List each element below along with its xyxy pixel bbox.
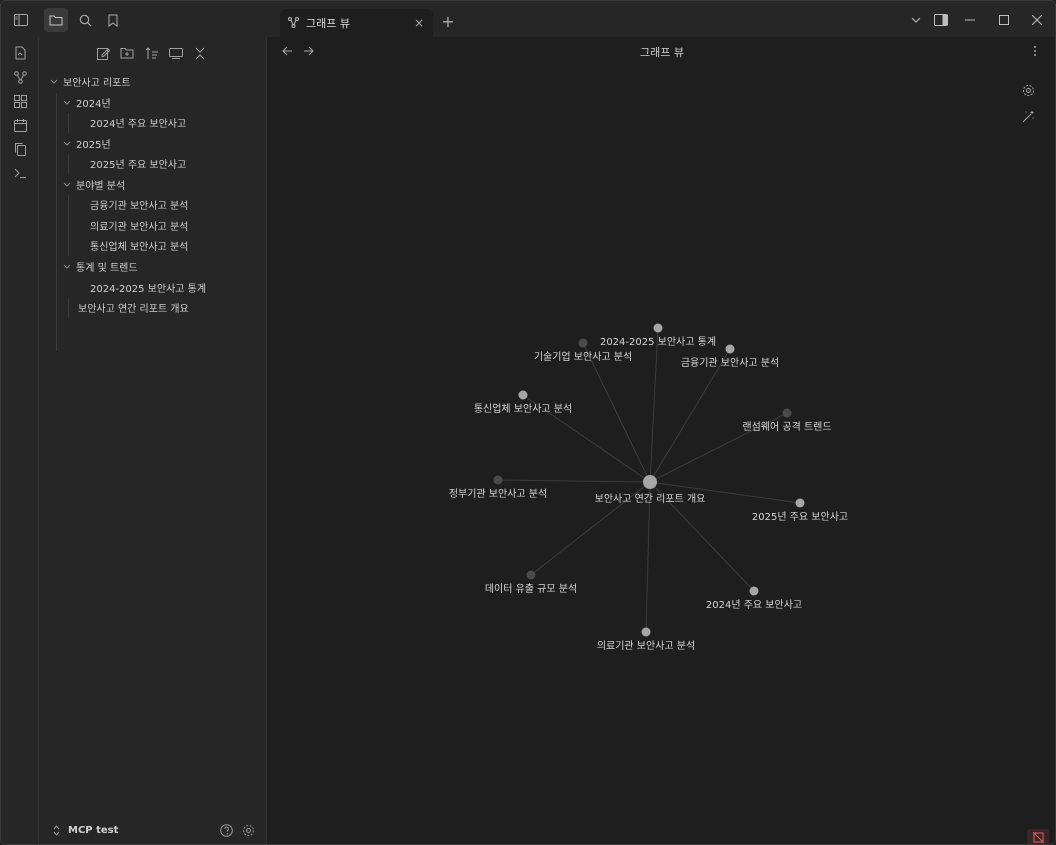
- folder-보안사고-리포트[interactable]: 보안사고 리포트: [49, 71, 131, 91]
- collapse-all-icon[interactable]: [190, 43, 210, 63]
- file-의료기관-분석[interactable]: 의료기관 보안사고 분석: [90, 215, 188, 235]
- graph-node-label: 통신업체 보안사고 분석: [474, 402, 572, 415]
- right-sidebar-toggle-icon[interactable]: [931, 11, 951, 29]
- graph-node-label: 의료기관 보안사고 분석: [597, 640, 695, 652]
- sidebar-footer: MCP test: [39, 816, 267, 844]
- graph-node[interactable]: [526, 570, 536, 580]
- chevron-down-icon: [62, 138, 72, 148]
- minimize-icon[interactable]: [960, 11, 980, 29]
- graph-node[interactable]: [782, 408, 792, 418]
- graph-node-center-label: 보안사고 연간 리포트 개요: [595, 493, 706, 505]
- graph-node[interactable]: [749, 586, 759, 596]
- graph-edge: [649, 327, 659, 483]
- bookmark-icon[interactable]: [101, 8, 125, 32]
- tab-label: 그래프 뷰: [306, 17, 350, 30]
- tree-item-label: 2024-2025 보안사고 통계: [90, 283, 207, 295]
- graph-view-pane: 그래프 뷰 2024-2025 보안사고 통계 기술기업 보안사고 분석 금융기관 …: [267, 37, 1056, 845]
- tree-item-label: 통계 및 트렌드: [76, 262, 138, 274]
- graph-view-icon[interactable]: [10, 67, 30, 87]
- tree-item-label: 통신업체 보안사고 분석: [90, 241, 189, 253]
- graph-node-label: 금융기관 보안사고 분석: [681, 357, 779, 369]
- canvas-icon[interactable]: [10, 91, 30, 111]
- calendar-icon[interactable]: [10, 115, 30, 135]
- folder-2024[interactable]: 2024년: [62, 92, 111, 112]
- tree-item-label: 보안사고 리포트: [63, 77, 131, 89]
- vault-name[interactable]: MCP test: [68, 825, 118, 836]
- chevron-down-icon: [62, 261, 72, 271]
- tree-item-label: 보안사고 연간 리포트 개요: [78, 303, 189, 315]
- title-bar: 그래프 뷰 × +: [1, 1, 1055, 37]
- vault-switcher-icon[interactable]: [51, 824, 61, 836]
- tree-item-label: 2025년: [76, 139, 111, 151]
- copy-icon[interactable]: [10, 139, 30, 159]
- tab-graph-view[interactable]: 그래프 뷰 ×: [280, 9, 433, 37]
- ribbon: [1, 37, 39, 844]
- graph-node-label: 2025년 주요 보안사고: [752, 511, 848, 523]
- file-explorer-sidebar: 보안사고 리포트 2024년 2024년 주요 보안사고 2025년 2025년…: [39, 37, 267, 844]
- folder-분야별-분석[interactable]: 분야별 분석: [62, 174, 125, 194]
- chevron-down-icon: [62, 179, 72, 189]
- file-통신업체-분석[interactable]: 통신업체 보안사고 분석: [90, 235, 188, 255]
- graph-edge: [497, 479, 651, 483]
- file-explorer-icon[interactable]: [44, 8, 68, 32]
- tab-list-chevron-icon[interactable]: [906, 11, 926, 29]
- graph-node[interactable]: [795, 498, 805, 508]
- folder-통계-및-트렌드[interactable]: 통계 및 트렌드: [62, 256, 138, 276]
- graph-node[interactable]: [518, 390, 528, 400]
- new-note-icon[interactable]: [93, 43, 113, 63]
- graph-node-center[interactable]: [643, 475, 657, 489]
- help-icon[interactable]: [219, 823, 233, 837]
- graph-node-label: 데이터 유출 규모 분석: [485, 583, 577, 595]
- graph-node-label: 정부기관 보안사고 분석: [449, 488, 547, 500]
- file-2024-2025-통계[interactable]: 2024-2025 보안사고 통계: [90, 277, 206, 297]
- settings-gear-icon[interactable]: [241, 823, 255, 837]
- chevron-down-icon: [49, 76, 59, 86]
- sync-status-icon[interactable]: [1027, 829, 1049, 844]
- graph-node[interactable]: [578, 338, 588, 348]
- auto-reveal-icon[interactable]: [166, 43, 186, 63]
- chevron-down-icon: [62, 97, 72, 107]
- sidebar-toggle-icon[interactable]: [9, 8, 33, 32]
- graph-canvas[interactable]: 2024-2025 보안사고 통계기술기업 보안사고 분석금융기관 보안사고 분…: [267, 37, 1056, 845]
- graph-node-label: 기술기업 보안사고 분석: [534, 350, 632, 363]
- graph-node-label: 2024년 주요 보안사고: [706, 599, 802, 611]
- tree-item-label: 2024년 주요 보안사고: [90, 118, 187, 130]
- graph-edge: [582, 342, 651, 483]
- new-tab-button[interactable]: +: [439, 11, 457, 31]
- tree-item-label: 2024년: [76, 98, 111, 110]
- graph-node[interactable]: [725, 344, 735, 354]
- graph-node[interactable]: [653, 323, 663, 333]
- graph-node[interactable]: [493, 475, 503, 485]
- file-2024-주요-보안사고[interactable]: 2024년 주요 보안사고: [90, 112, 186, 132]
- sort-icon[interactable]: [142, 43, 162, 63]
- close-tab-icon[interactable]: ×: [413, 16, 425, 30]
- tree-item-label: 의료기관 보안사고 분석: [90, 221, 189, 233]
- terminal-icon[interactable]: [10, 163, 30, 183]
- graph-node-label: 랜섬웨어 공격 트렌드: [742, 420, 831, 433]
- file-금융기관-분석[interactable]: 금융기관 보안사고 분석: [90, 194, 188, 214]
- folder-2025[interactable]: 2025년: [62, 133, 111, 153]
- close-window-icon[interactable]: [1027, 11, 1047, 29]
- quick-switcher-icon[interactable]: [10, 43, 30, 63]
- maximize-icon[interactable]: [994, 11, 1014, 29]
- search-icon[interactable]: [73, 8, 97, 32]
- graph-node[interactable]: [641, 627, 651, 637]
- tree-item-label: 분야별 분석: [76, 180, 126, 192]
- graph-node-label: 2024-2025 보안사고 통계: [600, 336, 716, 348]
- file-2025-주요-보안사고[interactable]: 2025년 주요 보안사고: [90, 153, 186, 173]
- tree-item-label: 금융기관 보안사고 분석: [90, 200, 189, 212]
- file-연간-리포트-개요[interactable]: 보안사고 연간 리포트 개요: [78, 297, 189, 317]
- new-folder-icon[interactable]: [117, 43, 137, 63]
- app-window: 그래프 뷰 × + 보안사고 리포트 2024년 2024년 주요 보안사고 2…: [0, 0, 1056, 845]
- tree-item-label: 2025년 주요 보안사고: [90, 159, 187, 171]
- graph-icon: [288, 17, 300, 29]
